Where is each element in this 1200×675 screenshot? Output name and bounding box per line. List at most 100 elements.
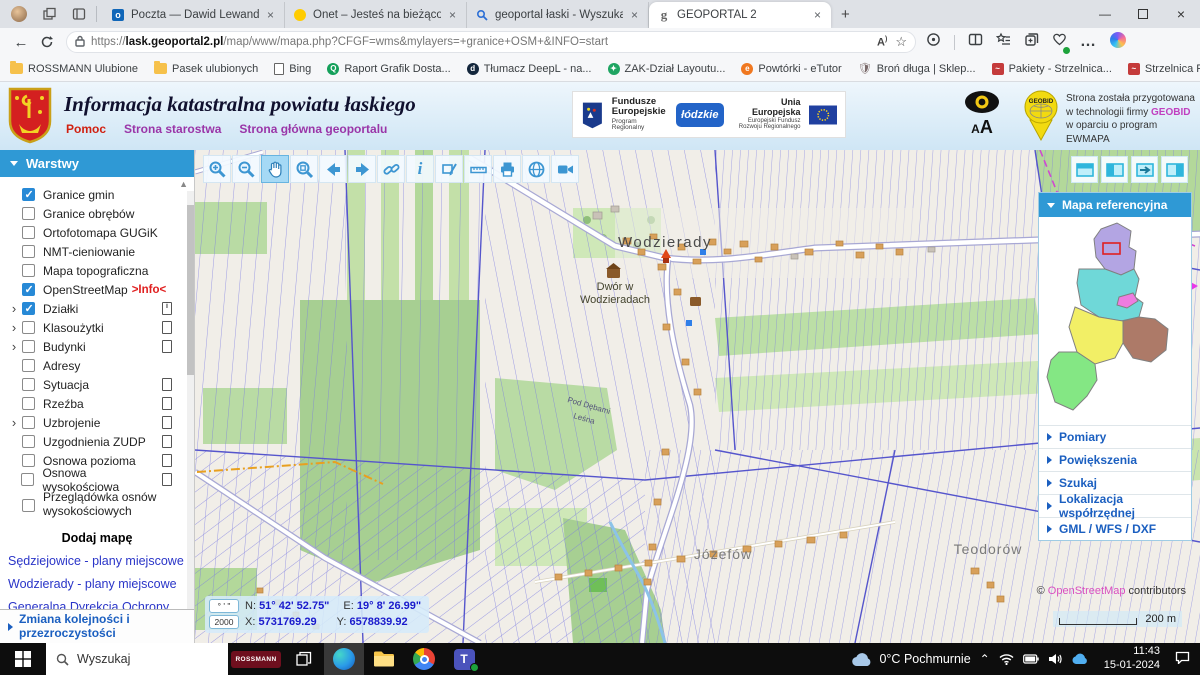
sidebar-scrollbar[interactable] bbox=[187, 191, 194, 619]
add-map-link[interactable]: Sędziejowice - plany miejscowe bbox=[8, 554, 194, 568]
layer-checkbox[interactable] bbox=[22, 188, 35, 201]
wifi-icon[interactable] bbox=[999, 653, 1014, 665]
bookmark-item[interactable]: ROSSMANN Ulubione bbox=[10, 63, 138, 75]
layer-checkbox[interactable] bbox=[22, 454, 35, 467]
reference-map-header[interactable]: Mapa referencyjna bbox=[1039, 193, 1191, 217]
menu-pomiary[interactable]: Pomiary bbox=[1039, 425, 1191, 448]
tab-actions-icon[interactable] bbox=[68, 3, 90, 25]
pan-button[interactable] bbox=[261, 155, 289, 183]
scroll-up-icon[interactable]: ▲ bbox=[179, 179, 188, 189]
zoom-window-button[interactable] bbox=[290, 155, 318, 183]
layer-order-button[interactable]: Zmiana kolejności i przezroczystości bbox=[0, 609, 194, 643]
zoom-in-button[interactable] bbox=[203, 155, 231, 183]
layer-checkbox[interactable] bbox=[22, 378, 35, 391]
bookmark-item[interactable]: ~Pakiety - Strzelnica... bbox=[992, 63, 1112, 75]
legend-doc-icon[interactable] bbox=[162, 416, 172, 429]
geobid-link[interactable]: GEOBID bbox=[1151, 107, 1190, 118]
bookmark-item[interactable]: dTłumacz DeepL - na... bbox=[467, 63, 592, 75]
layer-checkbox[interactable] bbox=[22, 283, 35, 296]
menu-szukaj[interactable]: Szukaj bbox=[1039, 471, 1191, 494]
nav-starostwo[interactable]: Strona starostwa bbox=[124, 122, 221, 136]
expand-chevron-icon[interactable]: › bbox=[6, 415, 22, 430]
back-button[interactable]: ← bbox=[8, 31, 34, 53]
globe-button[interactable] bbox=[522, 155, 550, 183]
minimize-button[interactable]: — bbox=[1086, 0, 1124, 28]
tab-poczta[interactable]: o Poczta — Dawid Lewandowski — × bbox=[103, 2, 285, 28]
legend-doc-icon[interactable] bbox=[162, 340, 172, 353]
layer-checkbox[interactable] bbox=[22, 359, 35, 372]
workspaces-icon[interactable] bbox=[38, 3, 60, 25]
speaker-icon[interactable] bbox=[1048, 653, 1062, 665]
browser-essentials-icon[interactable] bbox=[1052, 32, 1067, 52]
menu-lokalizacja[interactable]: Lokalizacja współrzędnej bbox=[1039, 494, 1191, 517]
layout-full-button[interactable] bbox=[1071, 156, 1098, 183]
layer-checkbox[interactable] bbox=[22, 435, 35, 448]
add-map-link[interactable]: Wodzierady - plany miejscowe bbox=[8, 577, 194, 591]
tab-close-icon[interactable]: × bbox=[812, 8, 823, 22]
measure-button[interactable] bbox=[464, 155, 492, 183]
onedrive-icon[interactable] bbox=[1071, 653, 1089, 665]
tab-geoportal[interactable]: g GEOPORTAL 2 × bbox=[649, 2, 831, 28]
favorite-star-icon[interactable]: ☆ bbox=[895, 34, 907, 50]
layer-checkbox[interactable] bbox=[22, 321, 35, 334]
notification-center-icon[interactable] bbox=[1175, 651, 1190, 667]
menu-gml-wfs-dxf[interactable]: GML / WFS / DXF bbox=[1039, 517, 1191, 540]
dms-toggle-button[interactable]: ° ' " bbox=[209, 599, 239, 613]
layer-checkbox[interactable] bbox=[22, 416, 35, 429]
favorites-list-icon[interactable] bbox=[996, 32, 1011, 52]
layer-checkbox[interactable] bbox=[22, 226, 35, 239]
legend-doc-icon[interactable] bbox=[162, 397, 172, 410]
bookmark-item[interactable]: QRaport Grafik Dosta... bbox=[327, 63, 450, 75]
layer-checkbox[interactable] bbox=[21, 473, 34, 486]
rossmann-app-button[interactable]: ROSSMANN bbox=[228, 643, 284, 675]
info-button[interactable]: i bbox=[406, 155, 434, 183]
split-screen-icon[interactable] bbox=[968, 32, 983, 52]
tab-close-icon[interactable]: × bbox=[629, 8, 640, 22]
taskbar-clock[interactable]: 11:4315-01-2024 bbox=[1104, 645, 1160, 673]
layer-checkbox[interactable] bbox=[22, 302, 35, 315]
osm-info-link[interactable]: >Info< bbox=[132, 284, 167, 296]
read-aloud-icon[interactable]: A) bbox=[877, 36, 887, 49]
tab-close-icon[interactable]: × bbox=[265, 8, 276, 22]
layer-checkbox[interactable] bbox=[22, 340, 35, 353]
openstreetmap-link[interactable]: OpenStreetMap bbox=[1048, 585, 1126, 597]
layer-checkbox[interactable] bbox=[22, 264, 35, 277]
expand-chevron-icon[interactable]: › bbox=[6, 320, 22, 335]
nav-pomoc[interactable]: Pomoc bbox=[66, 122, 106, 136]
start-button[interactable] bbox=[0, 643, 46, 675]
legend-doc-icon[interactable] bbox=[162, 473, 172, 486]
accessibility-widget[interactable]: AA bbox=[962, 90, 1002, 136]
expand-chevron-icon[interactable]: › bbox=[6, 301, 22, 316]
previous-view-button[interactable] bbox=[319, 155, 347, 183]
weather-widget[interactable]: 0°C Pochmurnie bbox=[851, 652, 970, 667]
tab-close-icon[interactable]: × bbox=[447, 8, 458, 22]
bookmark-item[interactable]: 🛡Broń długa | Sklep... bbox=[858, 62, 976, 75]
next-view-button[interactable] bbox=[348, 155, 376, 183]
layer-checkbox[interactable] bbox=[22, 207, 35, 220]
nav-geoportal-home[interactable]: Strona główna geoportalu bbox=[239, 122, 387, 136]
bookmark-item[interactable]: ~Strzelnica RP - Strze... bbox=[1128, 63, 1200, 75]
address-bar[interactable]: https://lask.geoportal2.pl/map/www/mapa.… bbox=[66, 31, 916, 53]
zoom-out-button[interactable] bbox=[232, 155, 260, 183]
scale-button[interactable]: 2000 bbox=[209, 615, 239, 629]
link-button[interactable] bbox=[377, 155, 405, 183]
close-button[interactable]: × bbox=[1162, 0, 1200, 28]
chrome-icon[interactable] bbox=[404, 643, 444, 675]
teams-icon[interactable]: T bbox=[444, 643, 484, 675]
legend-doc-icon[interactable] bbox=[162, 321, 172, 334]
bookmark-item[interactable]: Pasek ulubionych bbox=[154, 63, 258, 75]
hidden-icons-chevron[interactable]: ⌃ bbox=[980, 652, 990, 666]
legend-doc-icon[interactable] bbox=[162, 435, 172, 448]
maximize-button[interactable] bbox=[1124, 0, 1162, 28]
legend-doc-icon[interactable] bbox=[162, 378, 172, 391]
bookmark-item[interactable]: Bing bbox=[274, 63, 311, 75]
layout-right-button[interactable] bbox=[1161, 156, 1188, 183]
menu-powiekszenia[interactable]: Powiększenia bbox=[1039, 448, 1191, 471]
task-view-button[interactable] bbox=[284, 643, 324, 675]
tab-onet[interactable]: Onet – Jesteś na bieżąco × bbox=[285, 2, 467, 28]
copilot-icon[interactable] bbox=[1110, 32, 1126, 53]
profile-avatar[interactable] bbox=[8, 3, 30, 25]
layer-checkbox[interactable] bbox=[22, 397, 35, 410]
taskbar-search[interactable]: Wyszukaj bbox=[46, 643, 228, 675]
extension-icon[interactable] bbox=[926, 32, 941, 52]
